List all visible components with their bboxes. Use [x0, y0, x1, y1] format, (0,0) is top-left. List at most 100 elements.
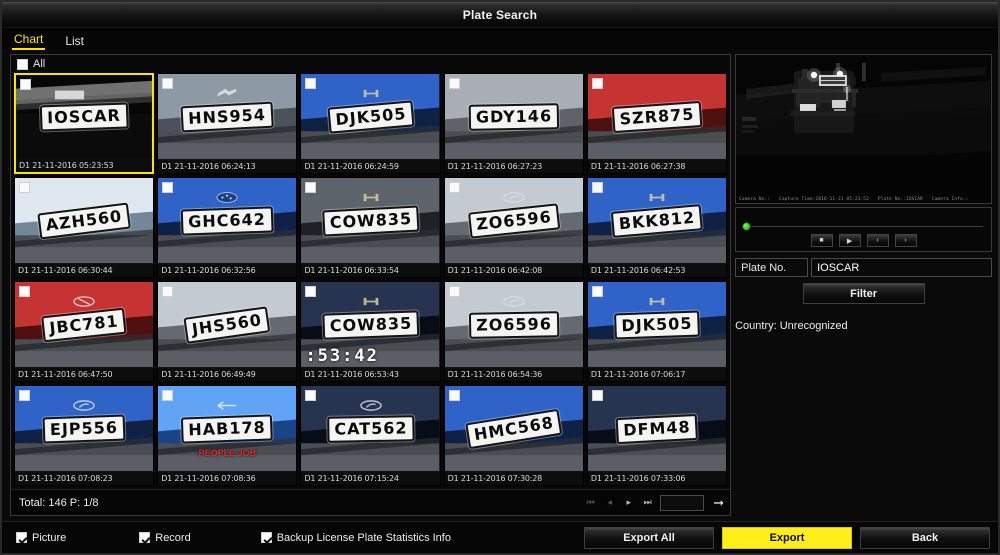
- plate-select-checkbox[interactable]: [162, 182, 174, 193]
- tab-list[interactable]: List: [63, 34, 86, 50]
- plate-thumbnail[interactable]: BKK812: [587, 178, 727, 264]
- plate-select-checkbox[interactable]: [305, 286, 317, 297]
- plate-select-checkbox[interactable]: [448, 286, 460, 297]
- plate-select-checkbox[interactable]: [20, 79, 31, 90]
- plate-thumbnail[interactable]: JHS560: [158, 282, 297, 368]
- license-plate-text: IOSCAR: [39, 102, 129, 132]
- plate-preview-image[interactable]: Camera No.: Capture Time:2016-11-21 05:2…: [735, 54, 992, 204]
- first-page-icon[interactable]: ⏮: [584, 496, 597, 510]
- plate-thumbnail[interactable]: HMC568: [444, 386, 583, 472]
- plate-thumbnail[interactable]: DJK505: [587, 282, 727, 368]
- plate-select-checkbox[interactable]: [591, 286, 603, 297]
- plate-thumbnail[interactable]: HAB178 PEOPLE JOB: [158, 386, 297, 472]
- filter-button-wrap: Filter: [735, 283, 992, 304]
- plate-thumbnail[interactable]: ZO6596: [444, 282, 583, 368]
- next-page-icon[interactable]: ▸: [622, 496, 635, 510]
- plate-select-checkbox[interactable]: [305, 78, 317, 89]
- plate-result-cell[interactable]: COW835 D1 21-11-2016 06:33:54: [300, 177, 441, 278]
- plate-select-checkbox[interactable]: [591, 182, 603, 193]
- plate-result-cell[interactable]: HMC568 D1 21-11-2016 07:30:28: [443, 385, 584, 486]
- record-label: Record: [155, 531, 191, 544]
- plate-result-cell[interactable]: SZR875 D1 21-11-2016 06:27:38: [586, 73, 728, 174]
- plate-select-checkbox[interactable]: [305, 182, 317, 193]
- picture-checkbox[interactable]: [16, 532, 27, 543]
- plate-timestamp: D1 21-11-2016 07:08:23: [15, 472, 154, 485]
- plate-result-cell[interactable]: HAB178 PEOPLE JOB D1 21-11-2016 07:08:36: [157, 385, 298, 486]
- plate-thumbnail[interactable]: COW835: [301, 178, 440, 264]
- plate-result-cell[interactable]: BKK812 D1 21-11-2016 06:42:53: [586, 177, 728, 278]
- plate-thumbnail[interactable]: GDY146: [444, 74, 583, 160]
- plate-thumbnail[interactable]: JBC781: [15, 282, 154, 368]
- plate-thumbnail[interactable]: DJK505: [301, 74, 440, 160]
- plate-select-checkbox[interactable]: [448, 182, 460, 193]
- plate-result-cell[interactable]: DJK505 D1 21-11-2016 06:24:59: [300, 73, 441, 174]
- prev-page-icon[interactable]: ◂: [603, 496, 616, 510]
- plate-select-checkbox[interactable]: [19, 286, 30, 297]
- stop-icon[interactable]: ■: [810, 234, 833, 247]
- plate-select-checkbox[interactable]: [591, 390, 603, 401]
- plate-select-checkbox[interactable]: [162, 286, 174, 297]
- export-all-button[interactable]: Export All: [584, 526, 714, 549]
- plate-result-cell[interactable]: GDY146 D1 21-11-2016 06:27:23: [443, 73, 584, 174]
- play-icon[interactable]: ▶: [838, 234, 861, 247]
- plate-thumbnail[interactable]: DFM48: [587, 386, 727, 472]
- plate-thumbnail[interactable]: AZH560: [15, 178, 154, 264]
- plate-thumbnail[interactable]: SZR875: [587, 74, 727, 160]
- page-number-input[interactable]: [660, 494, 705, 511]
- plate-select-checkbox[interactable]: [305, 390, 317, 401]
- plate-timestamp: D1 21-11-2016 06:27:23: [444, 160, 583, 173]
- backup-checkbox-group[interactable]: Backup License Plate Statistics Info: [260, 532, 451, 544]
- plate-thumbnail[interactable]: GHC642: [158, 178, 297, 264]
- playback-progress[interactable]: [742, 222, 983, 231]
- back-button[interactable]: Back: [860, 526, 990, 549]
- plate-result-cell[interactable]: CAT562 D1 21-11-2016 07:15:24: [300, 385, 441, 486]
- plate-select-checkbox[interactable]: [162, 78, 174, 89]
- license-plate-text: DJK505: [614, 310, 700, 340]
- prev-frame-icon[interactable]: ‹: [866, 234, 889, 247]
- plate-thumbnail[interactable]: IOSCAR: [16, 75, 153, 159]
- plate-result-cell[interactable]: DFM48 D1 21-11-2016 07:33:06: [586, 385, 728, 486]
- plate-select-checkbox[interactable]: [19, 182, 30, 193]
- plate-select-checkbox[interactable]: [448, 390, 460, 401]
- select-all-checkbox[interactable]: [17, 58, 28, 70]
- truck-night-scene: [736, 55, 991, 203]
- record-checkbox-group[interactable]: Record: [139, 531, 191, 544]
- plate-result-cell[interactable]: AZH560 D1 21-11-2016 06:30:44: [14, 177, 155, 278]
- backup-checkbox[interactable]: [260, 532, 272, 543]
- plate-select-checkbox[interactable]: [162, 390, 174, 401]
- plate-result-cell[interactable]: JBC781 D1 21-11-2016 06:47:50: [14, 281, 155, 382]
- car-brand-logo-icon: [646, 190, 668, 202]
- plate-thumbnail[interactable]: EJP556: [15, 386, 154, 472]
- picture-checkbox-group[interactable]: Picture: [16, 532, 66, 544]
- tab-chart[interactable]: Chart: [12, 32, 46, 50]
- plate-thumbnail[interactable]: COW835 :53:42: [301, 282, 440, 368]
- plate-result-cell[interactable]: IOSCAR D1 21-11-2016 05:23:53: [14, 73, 155, 174]
- detail-panel: Camera No.: Capture Time:2016-11-21 05:2…: [735, 54, 992, 516]
- next-frame-icon[interactable]: ›: [894, 234, 917, 247]
- plate-result-cell[interactable]: ZO6596 D1 21-11-2016 06:42:08: [443, 177, 584, 278]
- go-arrow-icon[interactable]: ➞: [710, 495, 724, 511]
- plate-timestamp: D1 21-11-2016 06:42:08: [444, 264, 583, 277]
- last-page-icon[interactable]: ⏭: [641, 496, 654, 510]
- plate-result-cell[interactable]: JHS560 D1 21-11-2016 06:49:49: [157, 281, 298, 382]
- progress-track[interactable]: [751, 226, 983, 227]
- picture-label: Picture: [32, 531, 67, 544]
- export-button[interactable]: Export: [722, 526, 852, 549]
- plate-select-checkbox[interactable]: [448, 78, 460, 89]
- plate-thumbnail[interactable]: CAT562: [301, 386, 440, 472]
- plate-select-checkbox[interactable]: [591, 78, 603, 89]
- filter-button[interactable]: Filter: [802, 283, 925, 304]
- progress-knob-icon[interactable]: [742, 222, 752, 231]
- record-checkbox[interactable]: [139, 532, 151, 543]
- plate-result-cell[interactable]: EJP556 D1 21-11-2016 07:08:23: [14, 385, 155, 486]
- plate-select-checkbox[interactable]: [19, 390, 30, 401]
- plate-thumbnail[interactable]: ZO6596: [444, 178, 583, 264]
- plate-result-cell[interactable]: COW835 :53:42 D1 21-11-2016 06:53:43: [300, 281, 441, 382]
- plate-result-cell[interactable]: DJK505 D1 21-11-2016 07:06:17: [586, 281, 728, 382]
- plate-result-cell[interactable]: GHC642 D1 21-11-2016 06:32:56: [157, 177, 298, 278]
- plate-result-cell[interactable]: HNS954 D1 21-11-2016 06:24:13: [157, 73, 298, 174]
- plate-no-input[interactable]: [811, 258, 992, 277]
- plate-thumbnail[interactable]: HNS954: [158, 74, 297, 160]
- license-plate-text: HNS954: [180, 101, 274, 133]
- plate-result-cell[interactable]: ZO6596 D1 21-11-2016 06:54:36: [443, 281, 584, 382]
